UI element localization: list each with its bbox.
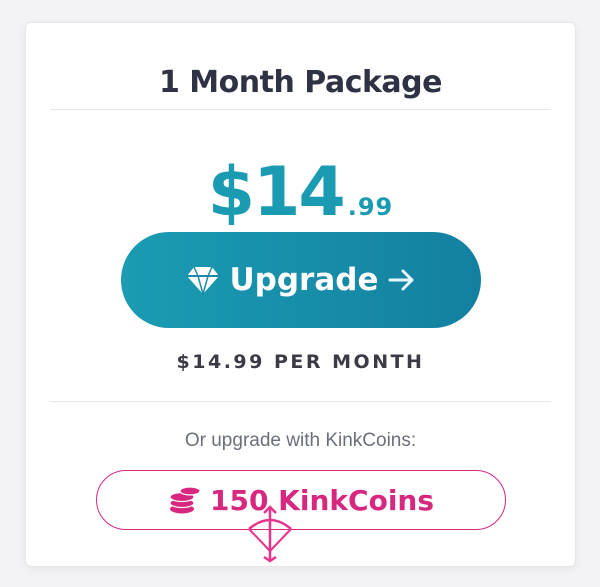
price-main: $14: [207, 153, 346, 232]
package-title: 1 Month Package: [158, 65, 443, 100]
divider: [50, 401, 551, 402]
coin-stack-icon: [168, 485, 202, 515]
bow-arrow-logo-icon: [245, 505, 295, 569]
price-cents: .99: [347, 193, 394, 221]
kinkcoins-label: 150 KinkCoins: [209, 483, 435, 517]
upgrade-button[interactable]: Upgrade: [121, 232, 481, 328]
diamond-icon: [186, 265, 220, 295]
kinkcoins-button[interactable]: 150 KinkCoins: [96, 470, 506, 530]
divider: [50, 109, 551, 110]
upgrade-label: Upgrade: [229, 262, 379, 298]
price: $14.99: [26, 153, 575, 232]
coins-prompt: Or upgrade with KinkCoins:: [184, 430, 417, 451]
arrow-right-icon: [388, 268, 416, 292]
billing-text: $14.99 PER MONTH: [176, 351, 425, 373]
package-card: 1 Month Package $14.99 Upgrade $14.99 PE…: [25, 22, 576, 567]
